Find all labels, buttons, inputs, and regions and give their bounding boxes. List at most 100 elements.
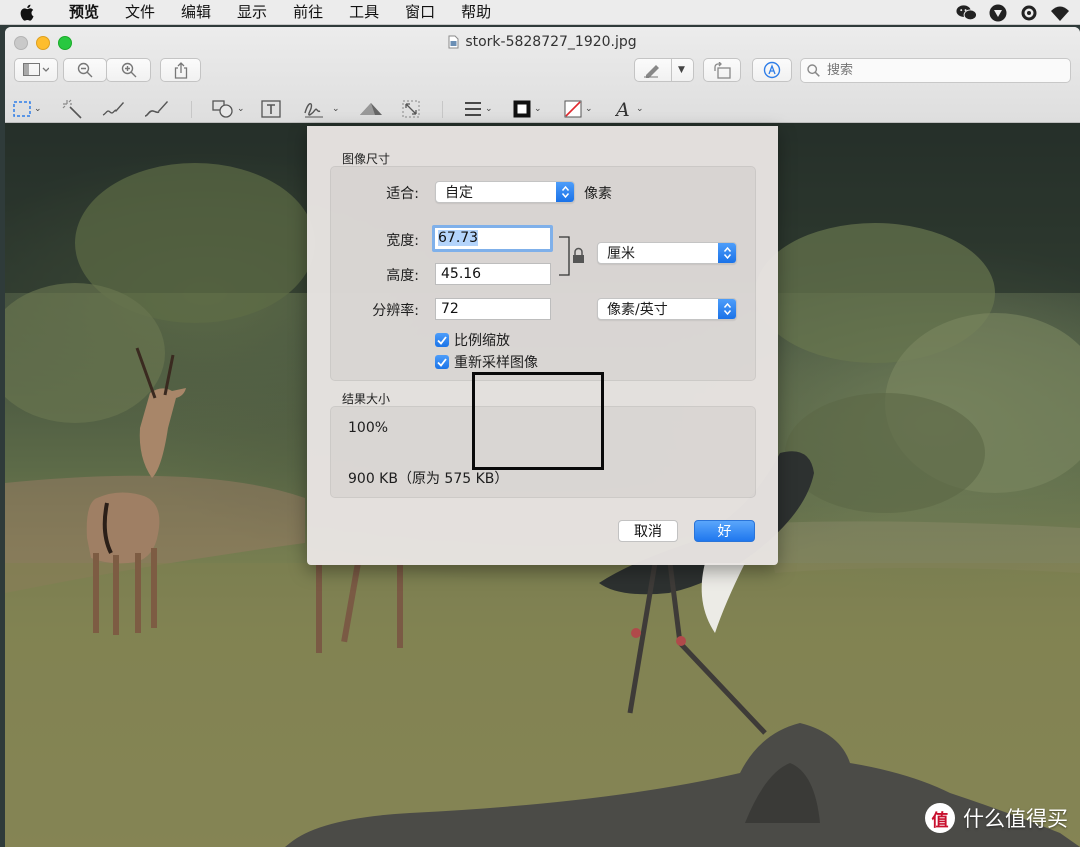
window-title: stork-5828727_1920.jpg — [5, 34, 1080, 50]
search-icon — [807, 64, 820, 77]
zoom-in-icon — [121, 62, 136, 78]
chevron-down-icon: ⌄ — [34, 104, 42, 114]
width-value: 67.73 — [438, 230, 479, 246]
wechat-icon[interactable] — [956, 2, 977, 23]
search-input[interactable] — [825, 62, 1059, 79]
menu-file[interactable]: 文件 — [112, 0, 168, 25]
height-field[interactable]: 45.16 — [435, 263, 551, 285]
text-style-icon: A — [615, 99, 630, 119]
fit-popup[interactable]: 自定 — [435, 181, 575, 203]
vpn-icon[interactable] — [987, 2, 1008, 23]
magic-wand-icon — [62, 99, 82, 119]
markup-pen-button[interactable]: ▼ — [634, 58, 694, 82]
chevron-down-icon: ⌄ — [237, 104, 245, 114]
cancel-button[interactable]: 取消 — [618, 520, 678, 542]
rotate-button[interactable] — [703, 58, 741, 82]
chevron-down-icon: ▼ — [678, 65, 685, 75]
menu-help[interactable]: 帮助 — [448, 0, 504, 25]
line-style-icon — [465, 102, 481, 116]
resolution-label: 分辨率: — [372, 303, 419, 319]
adjust-size-tool[interactable] — [402, 97, 420, 121]
scale-proportionally-checkbox[interactable]: 比例缩放 — [435, 330, 510, 350]
sketch-tool[interactable] — [101, 97, 125, 121]
text-style-tool[interactable]: A ⌄ — [615, 97, 644, 121]
share-button[interactable] — [160, 58, 201, 82]
fill-color-tool[interactable]: ⌄ — [564, 97, 593, 121]
markup-toolbar: ⌄ ⌄ ⌄ ⌄ ⌄ ⌄ A ⌄ — [5, 97, 1080, 121]
resolution-unit-value: 像素/英寸 — [607, 302, 668, 318]
size-unit-popup[interactable]: 厘米 — [597, 242, 737, 264]
sync-icon[interactable] — [1018, 2, 1039, 23]
image-size-dialog: 图像尺寸 适合: 自定 像素 宽度: 67.73 高度: 45.16 厘米 分辨… — [307, 126, 778, 565]
ok-button[interactable]: 好 — [694, 520, 755, 542]
menu-preview[interactable]: 预览 — [56, 0, 112, 25]
apple-menu-icon[interactable] — [20, 4, 46, 21]
status-tray — [956, 0, 1070, 25]
markup-toolbar-button[interactable] — [752, 58, 792, 82]
shapes-tool[interactable]: ⌄ — [212, 97, 245, 121]
sidebar-icon — [23, 63, 49, 76]
rect-selection-icon — [13, 101, 31, 117]
watermark: 值 什么值得买 — [925, 803, 1068, 833]
selection-tool[interactable]: ⌄ — [13, 97, 42, 121]
search-field[interactable] — [800, 58, 1071, 83]
markup-icon — [763, 61, 781, 79]
sidebar-toggle-button[interactable] — [14, 58, 58, 82]
result-size-text: 900 KB（原为 575 KB） — [348, 471, 509, 487]
fit-value: 自定 — [445, 185, 473, 201]
zoom-in-button[interactable] — [106, 58, 151, 82]
fit-label: 适合: — [386, 186, 419, 202]
scale-proportionally-label: 比例缩放 — [454, 333, 510, 349]
instant-alpha-tool[interactable] — [62, 97, 82, 121]
fill-color-icon — [564, 100, 582, 118]
popup-arrows-icon — [718, 299, 736, 319]
lock-icon[interactable] — [559, 236, 589, 276]
resolution-value: 72 — [441, 301, 459, 317]
zoom-out-icon — [77, 62, 93, 78]
image-size-section-label: 图像尺寸 — [342, 152, 391, 166]
fit-unit-label: 像素 — [584, 186, 612, 202]
result-size-section-label: 结果大小 — [342, 392, 391, 406]
menu-edit[interactable]: 编辑 — [168, 0, 224, 25]
chevron-down-icon: ⌄ — [485, 104, 493, 114]
share-icon — [174, 61, 187, 79]
resolution-field[interactable]: 72 — [435, 298, 551, 320]
adjust-color-tool[interactable] — [358, 97, 384, 121]
signature-tool[interactable]: ⌄ — [303, 97, 340, 121]
draw-tool[interactable] — [143, 97, 169, 121]
zoom-out-button[interactable] — [63, 58, 107, 82]
adjust-color-icon — [360, 103, 382, 115]
border-color-icon — [513, 100, 531, 118]
checkmark-icon — [435, 355, 449, 369]
size-unit-value: 厘米 — [607, 246, 635, 262]
titlebar: stork-5828727_1920.jpg ▼ 搜索 ⌄ ⌄ ⌄ ⌄ ⌄ ⌄ … — [5, 27, 1080, 123]
menu-view[interactable]: 显示 — [224, 0, 280, 25]
border-color-tool[interactable]: ⌄ — [513, 97, 542, 121]
watermark-text: 什么值得买 — [963, 807, 1068, 831]
shapes-icon — [212, 100, 233, 118]
smzdm-logo: 值 — [925, 803, 955, 833]
height-label: 高度: — [386, 268, 419, 284]
wifi-icon[interactable] — [1049, 2, 1070, 23]
chevron-down-icon: ⌄ — [636, 104, 644, 114]
chevron-down-icon: ⌄ — [332, 104, 340, 114]
signature-icon — [304, 103, 323, 118]
chevron-down-icon: ⌄ — [585, 104, 593, 114]
checkmark-icon — [435, 333, 449, 347]
menubar: 预览 文件 编辑 显示 前往 工具 窗口 帮助 — [0, 0, 1080, 25]
document-icon — [448, 35, 459, 49]
highlight-box — [472, 372, 604, 470]
pen-icon — [644, 65, 660, 78]
resolution-unit-popup[interactable]: 像素/英寸 — [597, 298, 737, 320]
text-tool[interactable] — [261, 97, 281, 121]
height-value: 45.16 — [441, 266, 482, 282]
menu-window[interactable]: 窗口 — [392, 0, 448, 25]
width-label: 宽度: — [386, 233, 419, 249]
menu-tools[interactable]: 工具 — [336, 0, 392, 25]
shape-style-tool[interactable]: ⌄ — [464, 97, 493, 121]
width-field[interactable]: 67.73 — [432, 225, 553, 252]
menu-go[interactable]: 前往 — [280, 0, 336, 25]
draw-icon — [144, 101, 168, 117]
rotate-icon — [714, 61, 731, 79]
resample-image-checkbox[interactable]: 重新采样图像 — [435, 352, 538, 372]
